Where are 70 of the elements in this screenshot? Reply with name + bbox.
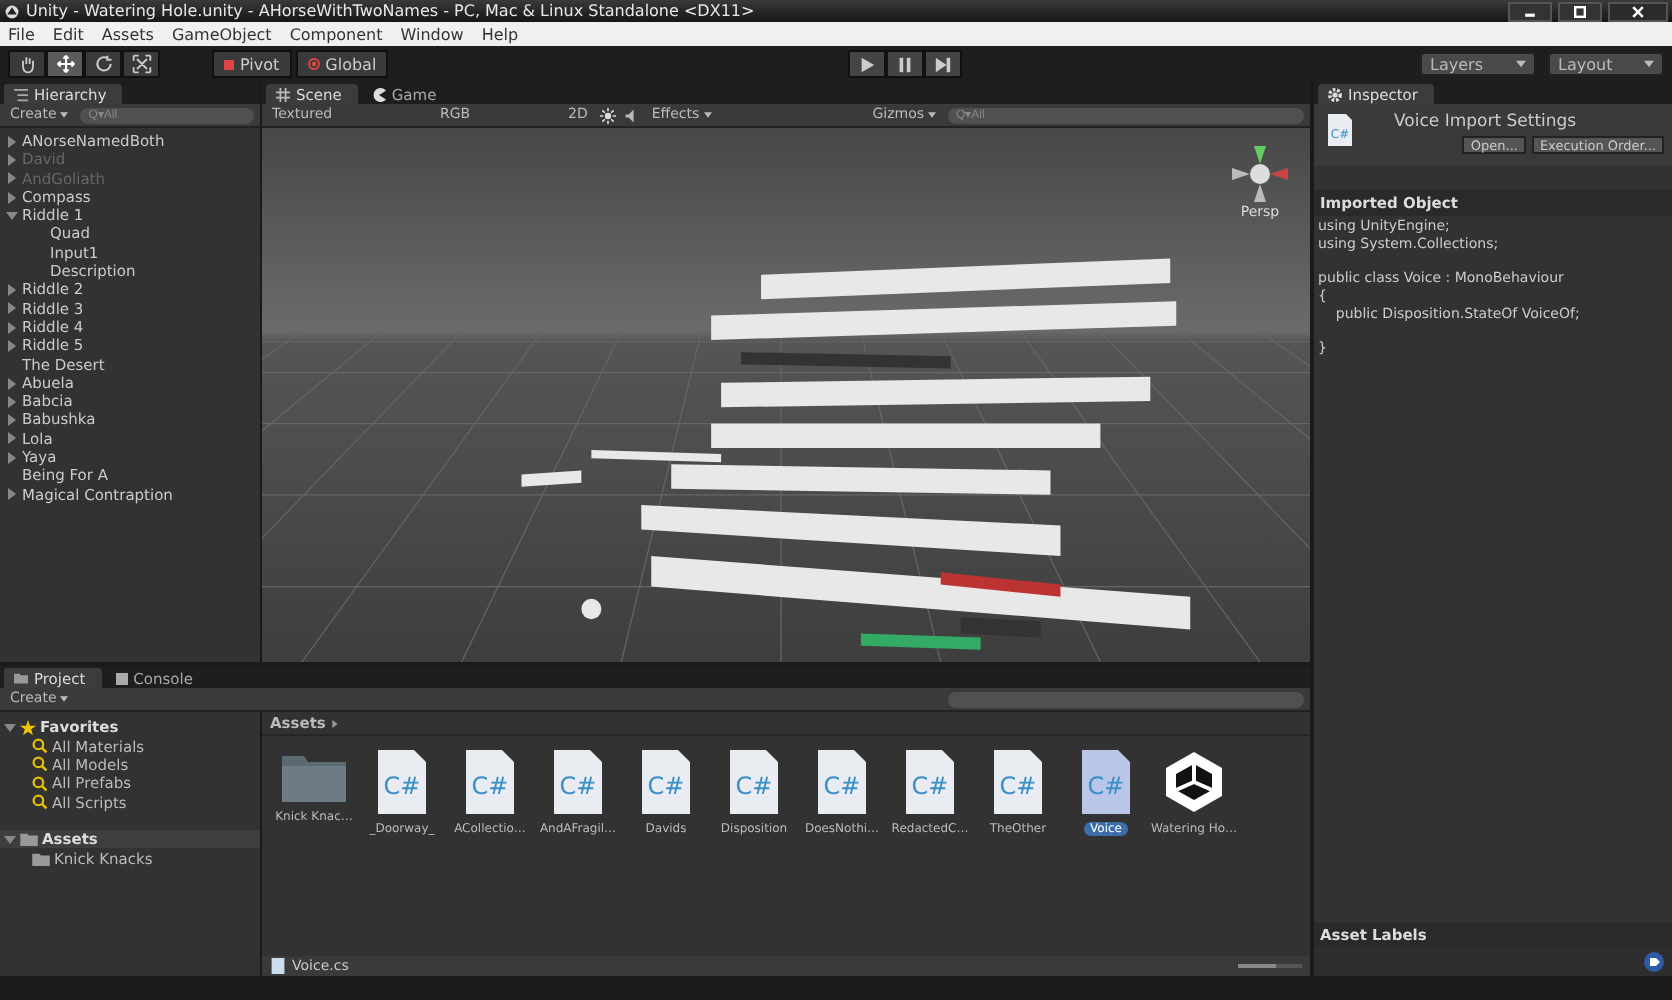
- close-button[interactable]: [1608, 1, 1668, 21]
- window-title: Unity - Watering Hole.unity - AHorseWithTwoNames - PC, Mac & Linux Standalone <DX11>: [26, 2, 755, 20]
- scale-tool-button[interactable]: [122, 50, 160, 78]
- step-button[interactable]: [923, 50, 962, 78]
- menu-item[interactable]: File: [8, 25, 35, 43]
- collapsed-arrow-icon[interactable]: [6, 339, 18, 352]
- inspector-title: Voice Import Settings: [1392, 112, 1579, 132]
- tag-icon[interactable]: [1644, 952, 1664, 972]
- layers-dropdown[interactable]: Layers: [1420, 52, 1537, 76]
- hand-tool-button[interactable]: [8, 50, 46, 78]
- globe-icon: [307, 58, 320, 70]
- collapsed-arrow-icon[interactable]: [6, 302, 18, 315]
- list-icon: [14, 87, 28, 101]
- layout-dropdown[interactable]: Layout: [1548, 52, 1665, 76]
- collapsed-arrow-icon[interactable]: [6, 414, 18, 427]
- menu-item[interactable]: Window: [400, 25, 464, 43]
- unity-logo-icon: [4, 3, 20, 19]
- folder-icon: [14, 672, 28, 684]
- menu-item[interactable]: Edit: [52, 25, 84, 43]
- move-arrows-icon: [55, 54, 75, 74]
- step-icon: [933, 55, 952, 73]
- search-field[interactable]: [948, 691, 1304, 707]
- rotate-icon: [93, 54, 113, 74]
- caret-icon: [1644, 60, 1655, 68]
- move-tool-button[interactable]: [46, 50, 84, 78]
- collapsed-arrow-icon[interactable]: [6, 432, 18, 445]
- close-icon: [1630, 3, 1646, 19]
- collapsed-arrow-icon[interactable]: [6, 451, 18, 464]
- global-button[interactable]: Global: [295, 50, 389, 78]
- rotate-tool-button[interactable]: [84, 50, 122, 78]
- play-icon: [857, 55, 876, 73]
- play-button[interactable]: [847, 50, 886, 78]
- scale-icon: [131, 54, 151, 74]
- menu-item[interactable]: Assets: [101, 25, 154, 43]
- pause-icon: [895, 55, 914, 73]
- expanded-arrow-icon[interactable]: [6, 209, 18, 222]
- expanded-arrow-icon[interactable]: [4, 721, 16, 734]
- pacman-icon: [371, 87, 386, 101]
- caret-icon: [60, 696, 69, 702]
- collapsed-arrow-icon[interactable]: [6, 488, 18, 501]
- console-icon: [115, 671, 128, 685]
- collapsed-arrow-icon[interactable]: [6, 284, 18, 297]
- minimize-button[interactable]: [1508, 1, 1552, 21]
- axis-gizmo-icon[interactable]: [1230, 144, 1290, 204]
- collapsed-arrow-icon[interactable]: [6, 395, 18, 408]
- caret-icon: [928, 112, 936, 118]
- maximize-button[interactable]: [1558, 1, 1602, 21]
- caret-icon: [60, 112, 69, 118]
- sun-icon[interactable]: [599, 107, 616, 123]
- caret-icon: [331, 719, 338, 727]
- maximize-icon: [1572, 3, 1588, 19]
- caret-icon: [703, 112, 712, 118]
- menu-item[interactable]: Help: [481, 25, 519, 43]
- collapsed-arrow-icon[interactable]: [6, 377, 18, 389]
- gear-icon: [1328, 87, 1342, 101]
- collapsed-arrow-icon[interactable]: [6, 191, 18, 204]
- pause-button[interactable]: [885, 50, 924, 78]
- script-file-icon: [270, 958, 286, 974]
- collapsed-arrow-icon[interactable]: [6, 135, 18, 148]
- menu-item[interactable]: GameObject: [171, 25, 272, 43]
- pivot-icon: [224, 59, 234, 69]
- menu-item[interactable]: Component: [289, 25, 383, 43]
- pivot-button[interactable]: Pivot: [212, 50, 292, 78]
- hand-icon: [17, 54, 37, 74]
- star-icon: [20, 719, 36, 736]
- unity-logo-icon[interactable]: [1160, 748, 1228, 816]
- caret-icon: [1516, 60, 1527, 68]
- collapsed-arrow-icon[interactable]: [6, 321, 18, 334]
- expanded-arrow-icon: [4, 833, 16, 846]
- grid-icon: [276, 87, 290, 101]
